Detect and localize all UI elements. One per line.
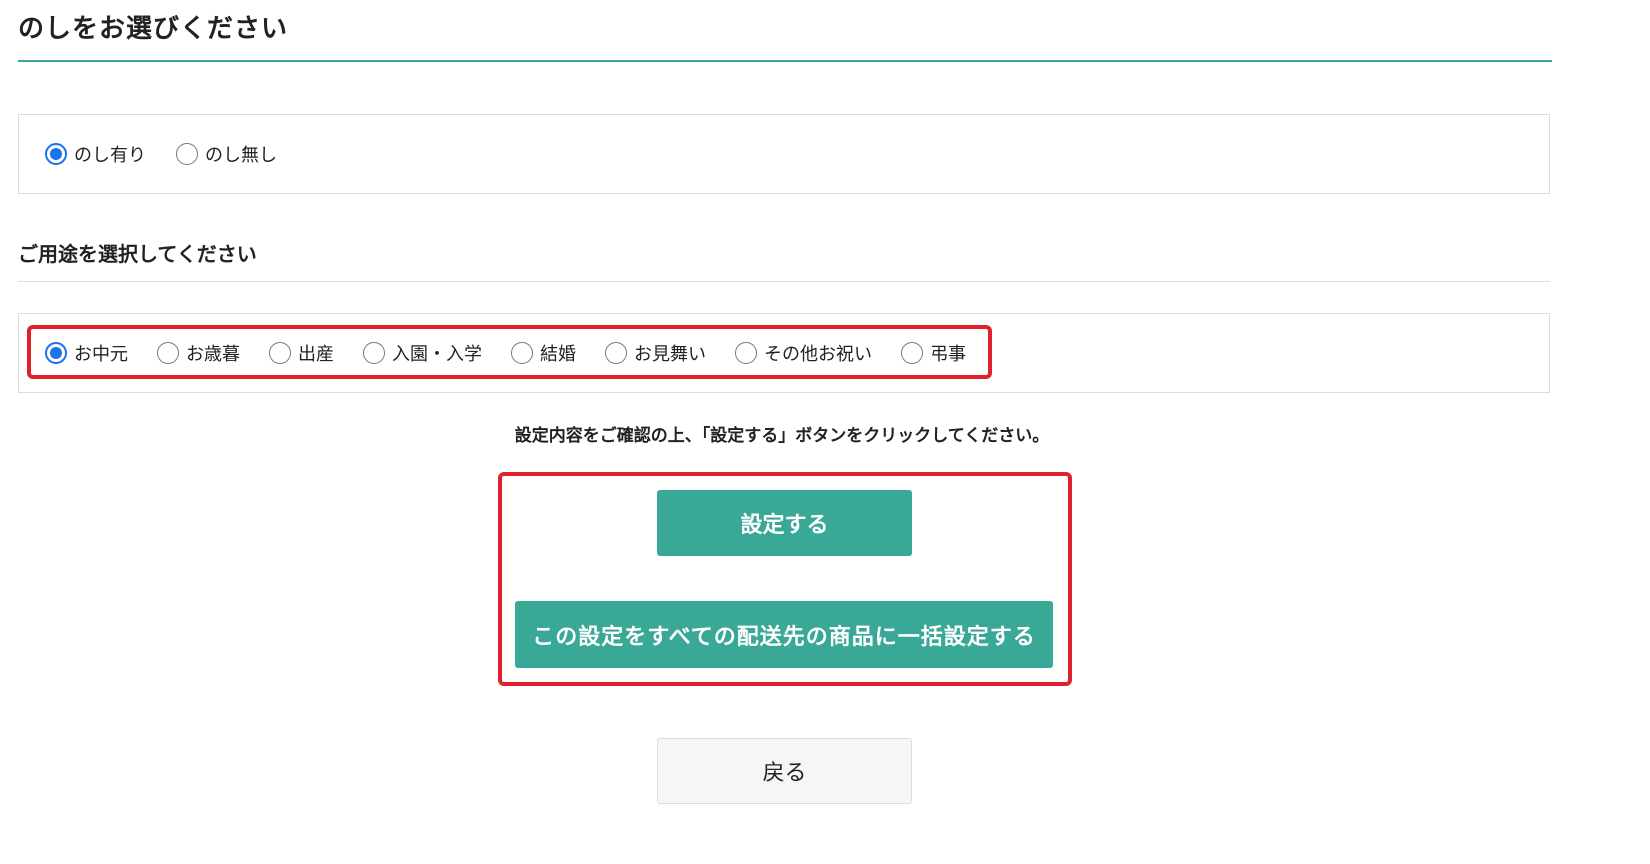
radio-button-checked[interactable] <box>45 143 67 165</box>
noshi-option-with[interactable]: のし有り <box>45 141 146 167</box>
purpose-heading: ご用途を選択してください <box>18 242 257 266</box>
purpose-highlight-frame <box>27 325 992 379</box>
noshi-option-without[interactable]: のし無し <box>176 141 277 167</box>
radio-label: のし無し <box>205 145 277 166</box>
noshi-radio-group: のし有り のし無し <box>45 141 307 167</box>
radio-label: のし有り <box>74 145 146 166</box>
instruction-text: 設定内容をご確認の上、「設定する」ボタンをクリックしてください。 <box>514 426 1050 446</box>
title-divider <box>18 60 1552 62</box>
buttons-highlight-frame <box>498 472 1072 686</box>
purpose-divider <box>18 281 1550 282</box>
back-button[interactable]: 戻る <box>657 738 912 804</box>
radio-button[interactable] <box>176 143 198 165</box>
page-title: のしをお選びください <box>18 14 289 44</box>
